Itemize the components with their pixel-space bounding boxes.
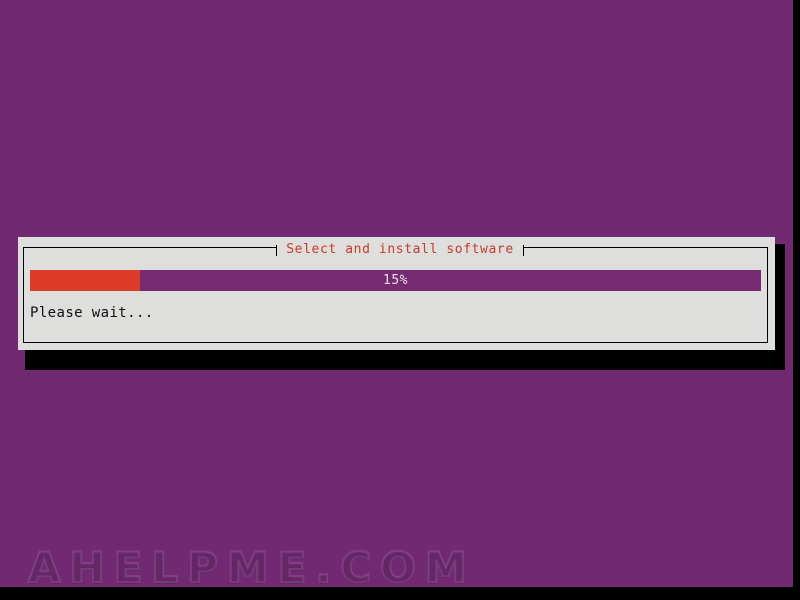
progress-percent-label: 15% [383, 273, 408, 288]
console-gutter-right [793, 0, 800, 600]
progress-bar: 15% [30, 270, 761, 291]
dialog-inner-border [23, 247, 768, 343]
installer-screen: AHELPME.COM Select and install software … [0, 0, 800, 600]
site-watermark: AHELPME.COM [27, 542, 476, 593]
status-message: Please wait... [30, 305, 154, 321]
install-progress-dialog [18, 237, 775, 350]
